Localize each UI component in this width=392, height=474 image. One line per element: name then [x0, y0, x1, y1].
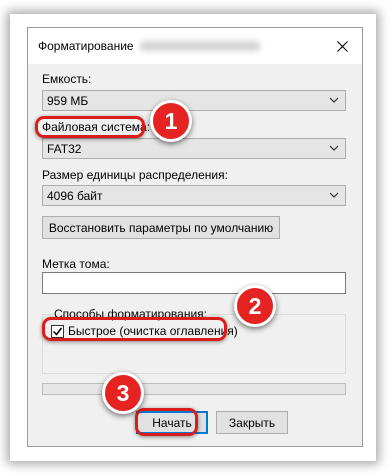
step-2-badge: 2 — [234, 285, 276, 327]
format-progress-bar — [42, 383, 346, 395]
title-bar: Форматирование — [28, 28, 362, 64]
highlight-quick-format — [42, 317, 227, 341]
cluster-size-label: Размер единицы распределения: — [42, 168, 228, 182]
capacity-select[interactable]: 959 МБ — [42, 90, 346, 111]
cluster-size-select[interactable]: 4096 байт — [42, 185, 346, 206]
chevron-down-icon — [329, 97, 339, 103]
volume-label-label: Метка тома: — [42, 257, 110, 271]
highlight-start-button — [135, 408, 198, 436]
format-dialog: Форматирование Емкость: 959 МБ Файловая … — [27, 27, 363, 447]
step-3-badge: 3 — [102, 372, 144, 414]
filesystem-select[interactable]: FAT32 — [42, 138, 346, 159]
close-button[interactable] — [322, 28, 362, 64]
highlight-filesystem — [35, 116, 145, 138]
volume-label-input[interactable] — [42, 272, 346, 294]
blurred-drive-name — [140, 41, 260, 51]
close-icon — [336, 40, 348, 52]
close-dialog-button[interactable]: Закрыть — [216, 411, 288, 434]
capacity-value: 959 МБ — [47, 94, 89, 108]
cluster-size-value: 4096 байт — [47, 189, 103, 203]
window-title: Форматирование — [38, 39, 134, 53]
filesystem-value: FAT32 — [47, 142, 82, 156]
step-1-badge: 1 — [150, 100, 192, 142]
chevron-down-icon — [329, 192, 339, 198]
capacity-label: Емкость: — [42, 72, 92, 86]
restore-defaults-button[interactable]: Восстановить параметры по умолчанию — [42, 216, 280, 239]
chevron-down-icon — [329, 145, 339, 151]
